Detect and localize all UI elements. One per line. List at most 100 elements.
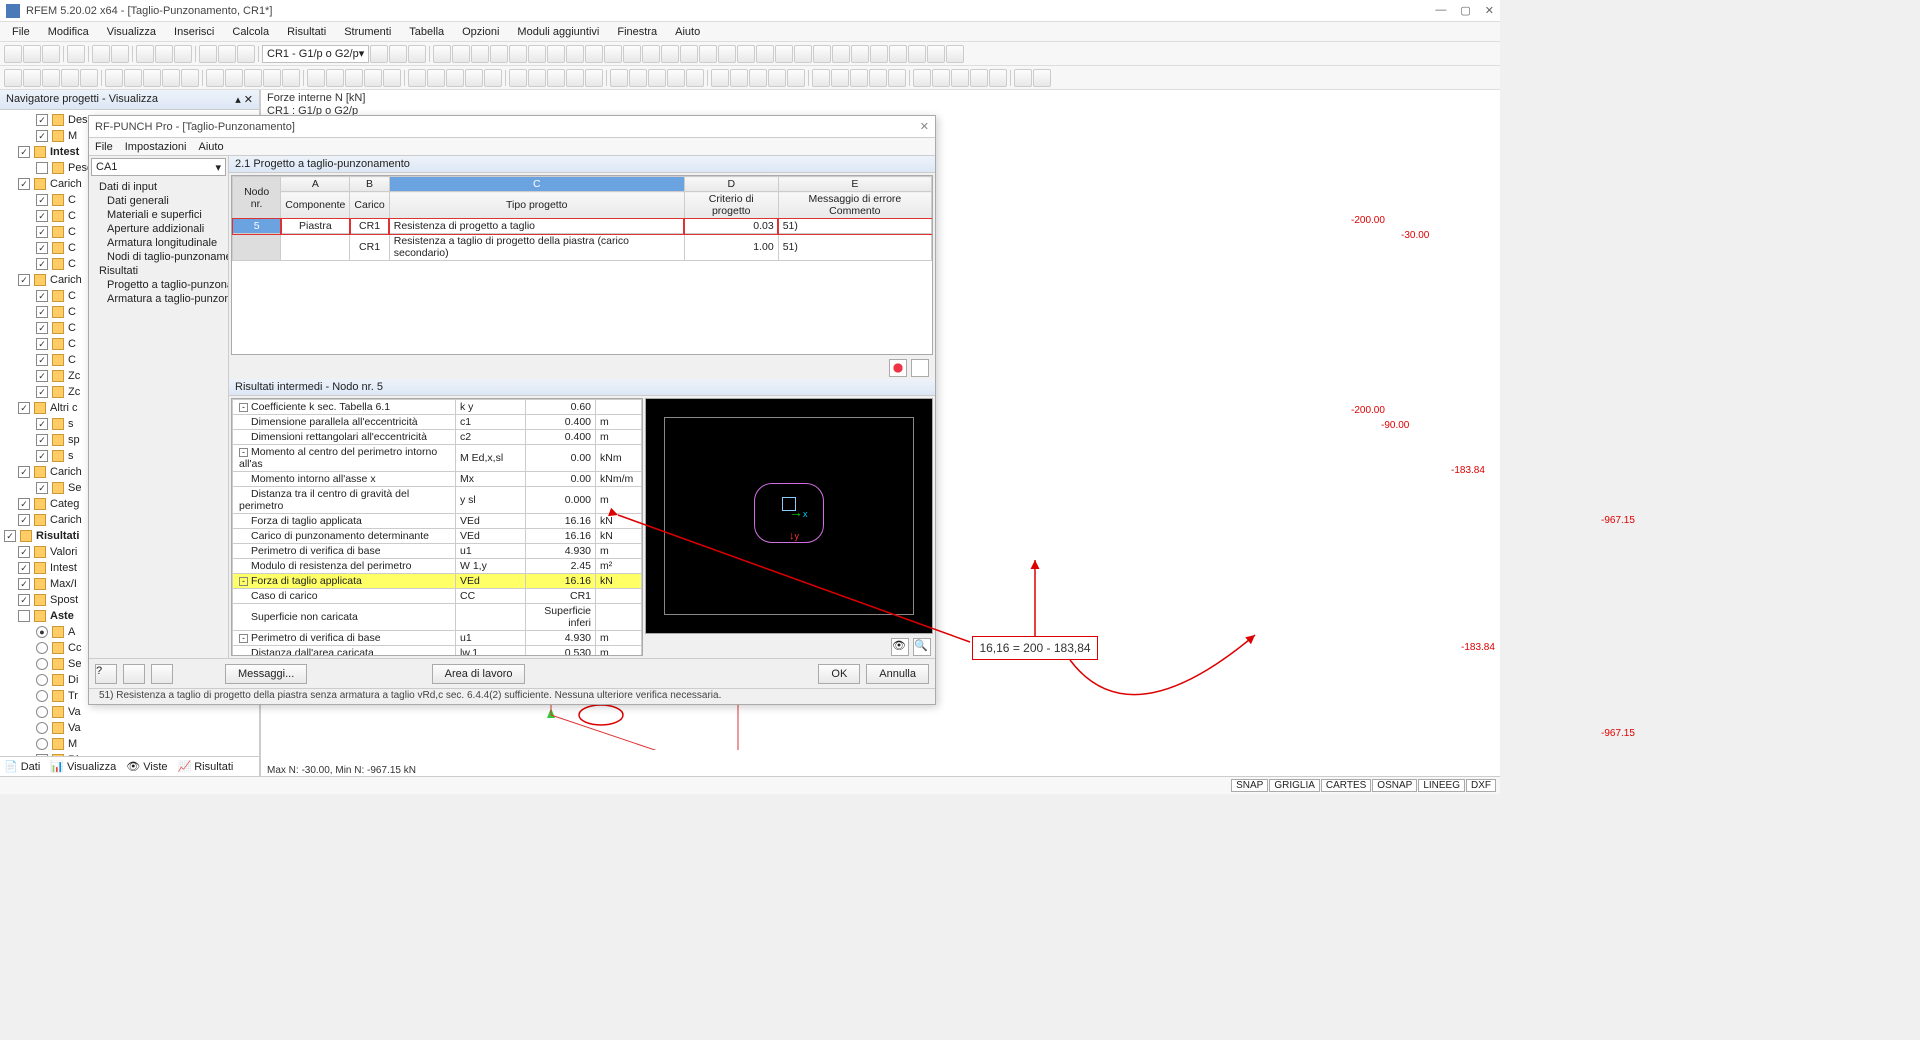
tree-item[interactable]: M (0, 736, 259, 752)
tree-item[interactable]: Va (0, 704, 259, 720)
tb-icon[interactable] (1033, 69, 1051, 87)
tb-icon[interactable] (80, 69, 98, 87)
dlg-nav-tree[interactable]: Dati di input Dati generali Materiali e … (89, 178, 228, 658)
tb-icon[interactable] (484, 69, 502, 87)
close-button[interactable]: ✕ (1485, 4, 1494, 17)
tb-icon[interactable] (162, 69, 180, 87)
menu-edit[interactable]: Modifica (40, 24, 97, 40)
tb-icon[interactable] (813, 45, 831, 63)
tb-icon[interactable] (851, 45, 869, 63)
menu-window[interactable]: Finestra (609, 24, 665, 40)
tb-icon[interactable] (383, 69, 401, 87)
menu-tools[interactable]: Strumenti (336, 24, 399, 40)
ok-button[interactable]: OK (818, 664, 860, 684)
print-icon[interactable] (151, 664, 173, 684)
tb-icon[interactable] (566, 69, 584, 87)
tree-item[interactable]: Va (0, 720, 259, 736)
dlg-close-icon[interactable]: ✕ (920, 120, 929, 133)
tb-icon[interactable] (794, 45, 812, 63)
messages-button[interactable]: Messaggi... (225, 664, 307, 684)
tb-icon[interactable] (718, 45, 736, 63)
result-row[interactable]: Perimetro di verifica di baseu14.930m (233, 544, 642, 559)
tb-view1-icon[interactable] (199, 45, 217, 63)
tb-icon[interactable] (730, 69, 748, 87)
tb-icon[interactable] (642, 45, 660, 63)
tb-icon[interactable] (648, 69, 666, 87)
tb-icon[interactable] (768, 69, 786, 87)
tb-view2-icon[interactable] (218, 45, 236, 63)
tb-icon[interactable] (661, 45, 679, 63)
tb-b-icon[interactable] (389, 45, 407, 63)
tb-icon[interactable] (23, 69, 41, 87)
tb-icon[interactable] (4, 69, 22, 87)
case-combo[interactable]: CA1▾ (91, 158, 226, 176)
tb-icon[interactable] (888, 69, 906, 87)
result-row[interactable]: Momento intorno all'asse xMx0.00kNm/m (233, 472, 642, 487)
tb-icon[interactable] (307, 69, 325, 87)
export-icon[interactable] (123, 664, 145, 684)
tb-icon[interactable] (699, 45, 717, 63)
result-row[interactable]: -Forza di taglio applicataVEd16.16kN (233, 574, 642, 589)
flag-icon[interactable] (889, 359, 907, 377)
tb-icon[interactable] (408, 69, 426, 87)
dlg-menu-help[interactable]: Aiuto (199, 141, 224, 153)
status-osnap[interactable]: OSNAP (1372, 779, 1417, 792)
tb-icon[interactable] (282, 69, 300, 87)
tb-icon[interactable] (667, 69, 685, 87)
status-lineeg[interactable]: LINEEG (1418, 779, 1465, 792)
tb-icon[interactable] (433, 45, 451, 63)
tb-icon[interactable] (181, 69, 199, 87)
tb-icon[interactable] (509, 45, 527, 63)
tb-icon[interactable] (604, 45, 622, 63)
loadcase-combo[interactable]: CR1 - G1/p o G2/p ▾ (262, 45, 369, 63)
dlg-menu-settings[interactable]: Impostazioni (125, 141, 187, 153)
tb-icon[interactable] (749, 69, 767, 87)
menu-insert[interactable]: Inserisci (166, 24, 222, 40)
tb-icon[interactable] (610, 69, 628, 87)
tb-icon[interactable] (629, 69, 647, 87)
minimize-button[interactable]: — (1435, 4, 1446, 17)
tb-icon[interactable] (244, 69, 262, 87)
tb-icon[interactable] (932, 69, 950, 87)
tb-icon[interactable] (206, 69, 224, 87)
nav-tab-view[interactable]: 📊Visualizza (50, 760, 116, 773)
tb-icon[interactable] (787, 69, 805, 87)
tb-icon[interactable] (143, 69, 161, 87)
tb-icon[interactable] (345, 69, 363, 87)
help-icon[interactable]: ? (95, 664, 117, 684)
tb-icon[interactable] (775, 45, 793, 63)
status-snap[interactable]: SNAP (1231, 779, 1268, 792)
design-grid[interactable]: Nodo nr. AB CDE ComponenteCaricoTipo pro… (231, 175, 933, 355)
tb-open-icon[interactable] (23, 45, 41, 63)
menu-file[interactable]: File (4, 24, 38, 40)
result-row[interactable]: Forza di taglio applicataVEd16.16kN (233, 514, 642, 529)
tb-icon[interactable] (889, 45, 907, 63)
tb-icon[interactable] (585, 45, 603, 63)
tb-icon[interactable] (913, 69, 931, 87)
tb-icon[interactable] (528, 69, 546, 87)
tb-c-icon[interactable] (408, 45, 426, 63)
tb-icon[interactable] (490, 45, 508, 63)
menu-table[interactable]: Tabella (401, 24, 452, 40)
menu-options[interactable]: Opzioni (454, 24, 507, 40)
tb-copy-icon[interactable] (155, 45, 173, 63)
tb-icon[interactable] (263, 69, 281, 87)
tb-icon[interactable] (566, 45, 584, 63)
select-icon[interactable] (911, 359, 929, 377)
nav-tab-results[interactable]: 📈Risultati (178, 760, 234, 773)
tb-icon[interactable] (686, 69, 704, 87)
menu-view[interactable]: Visualizza (99, 24, 164, 40)
tb-icon[interactable] (850, 69, 868, 87)
tb-cut-icon[interactable] (136, 45, 154, 63)
result-row[interactable]: -Momento al centro del perimetro intorno… (233, 445, 642, 472)
result-row[interactable]: Modulo di resistenza del perimetroW 1,y2… (233, 559, 642, 574)
tb-icon[interactable] (547, 69, 565, 87)
tb-icon[interactable] (452, 45, 470, 63)
tb-icon[interactable] (105, 69, 123, 87)
tb-icon[interactable] (528, 45, 546, 63)
tb-undo-icon[interactable] (92, 45, 110, 63)
status-cartes[interactable]: CARTES (1321, 779, 1371, 792)
tb-icon[interactable] (364, 69, 382, 87)
result-row[interactable]: -Coefficiente k sec. Tabella 6.1k y0.60 (233, 400, 642, 415)
tb-paste-icon[interactable] (174, 45, 192, 63)
